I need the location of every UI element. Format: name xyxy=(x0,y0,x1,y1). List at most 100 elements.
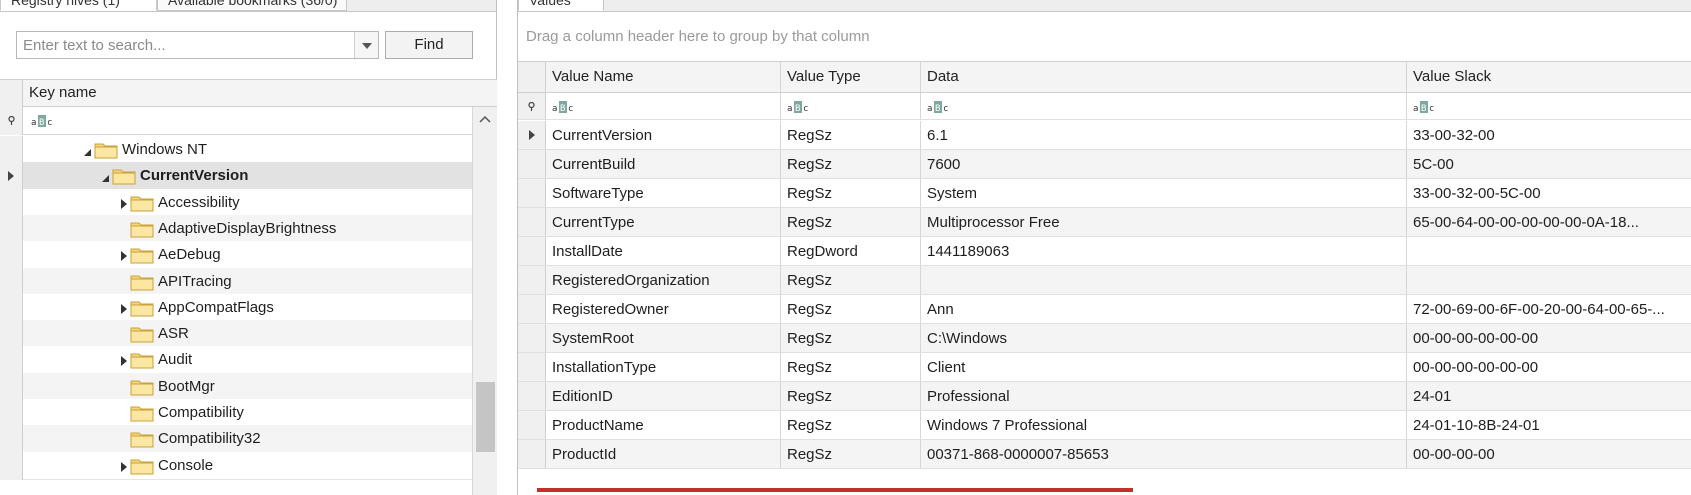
cell-value-name[interactable]: CurrentBuild xyxy=(546,150,781,178)
table-row[interactable]: SoftwareType RegSz System 33-00-32-00-5C-00 xyxy=(518,179,1691,208)
expand-icon[interactable] xyxy=(121,462,127,472)
cell-value-name[interactable]: InstallDate xyxy=(546,237,781,265)
cell-value-type[interactable]: RegSz xyxy=(781,295,921,323)
scrollbar-thumb[interactable] xyxy=(476,382,495,452)
search-input[interactable] xyxy=(17,32,355,58)
cell-data[interactable]: 7600 xyxy=(921,150,1407,178)
tree-row[interactable]: CurrentVersion xyxy=(0,162,472,190)
cell-data[interactable]: 1441189063 xyxy=(921,237,1407,265)
tree-filter-row[interactable]: aBc xyxy=(0,107,472,135)
tree-scrollbar[interactable] xyxy=(472,107,497,495)
table-row[interactable]: ProductId RegSz 00371-868-0000007-85653 00-… xyxy=(518,440,1691,469)
cell-value-type[interactable]: RegSz xyxy=(781,382,921,410)
tree-row[interactable]: Accessibility xyxy=(0,189,472,217)
cell-value-name[interactable]: InstallationType xyxy=(546,353,781,381)
tree-row[interactable]: Audit xyxy=(0,346,472,374)
search-dropdown-button[interactable] xyxy=(354,32,378,58)
cell-data[interactable] xyxy=(921,266,1407,294)
tree-row[interactable]: Compatibility xyxy=(0,399,472,427)
table-row[interactable]: InstallationType RegSz Client 00-00-00-00-0… xyxy=(518,353,1691,382)
expand-icon[interactable] xyxy=(121,304,127,314)
cell-data[interactable]: Multiprocessor Free xyxy=(921,208,1407,236)
cell-value-slack[interactable]: 24-01 xyxy=(1407,382,1691,410)
cell-data[interactable]: Ann xyxy=(921,295,1407,323)
cell-value-type[interactable]: RegSz xyxy=(781,208,921,236)
table-row[interactable]: ProductName RegSz Windows 7 Professional 24… xyxy=(518,411,1691,440)
tree-row[interactable]: ASR xyxy=(0,320,472,348)
cell-value-type[interactable]: RegSz xyxy=(781,411,921,439)
cell-value-slack[interactable]: 65-00-64-00-00-00-00-00-0A-18... xyxy=(1407,208,1691,236)
tree-row[interactable]: Compatibility32 xyxy=(0,425,472,453)
table-row[interactable]: EditionID RegSz Professional 24-01 xyxy=(518,382,1691,411)
collapse-icon[interactable] xyxy=(84,149,91,156)
table-row[interactable]: CurrentBuild RegSz 7600 5C-00 xyxy=(518,150,1691,179)
cell-value-name[interactable]: ProductId xyxy=(546,440,781,468)
tree-column-header[interactable]: Key name xyxy=(0,79,497,107)
cell-value-slack[interactable]: 33-00-32-00-5C-00 xyxy=(1407,179,1691,207)
cell-value-type[interactable]: RegSz xyxy=(781,179,921,207)
cell-value-slack[interactable]: 00-00-00-00-00-00 xyxy=(1407,324,1691,352)
tab-values[interactable]: Values xyxy=(518,0,604,11)
tab-available-bookmarks[interactable]: Available bookmarks (36/0) xyxy=(157,0,347,11)
cell-value-name[interactable]: CurrentType xyxy=(546,208,781,236)
cell-value-name[interactable]: SystemRoot xyxy=(546,324,781,352)
cell-value-slack[interactable]: 33-00-32-00 xyxy=(1407,121,1691,149)
cell-value-slack[interactable]: 72-00-69-00-6F-00-20-00-64-00-65-... xyxy=(1407,295,1691,323)
tree-row[interactable]: AdaptiveDisplayBrightness xyxy=(0,215,472,243)
table-row[interactable]: RegisteredOwner RegSz Ann 72-00-69-00-6F-00… xyxy=(518,295,1691,324)
text-filter-icon[interactable]: aBc xyxy=(31,115,53,127)
expand-icon[interactable] xyxy=(121,199,127,209)
cell-data[interactable]: Windows 7 Professional xyxy=(921,411,1407,439)
tree-row[interactable]: Console xyxy=(0,452,472,480)
cell-value-type[interactable]: RegSz xyxy=(781,440,921,468)
cell-value-type[interactable]: RegSz xyxy=(781,150,921,178)
table-row[interactable]: SystemRoot RegSz C:\Windows 00-00-00-00-00-… xyxy=(518,324,1691,353)
cell-value-type[interactable]: RegSz xyxy=(781,324,921,352)
cell-value-type[interactable]: RegDword xyxy=(781,237,921,265)
tree-row[interactable]: BootMgr xyxy=(0,373,472,401)
table-row[interactable]: CurrentVersion RegSz 6.1 33-00-32-00 xyxy=(518,121,1691,150)
cell-value-name[interactable]: RegisteredOwner xyxy=(546,295,781,323)
cell-value-slack[interactable]: 00-00-00-00 xyxy=(1407,440,1691,468)
cell-data[interactable]: 6.1 xyxy=(921,121,1407,149)
table-row[interactable]: InstallDate RegDword 1441189063 xyxy=(518,237,1691,266)
cell-value-type[interactable]: RegSz xyxy=(781,353,921,381)
cell-data[interactable]: C:\Windows xyxy=(921,324,1407,352)
tab-registry-hives[interactable]: Registry hives (1) xyxy=(0,0,157,11)
grid-filter-row[interactable]: aBc aBc aBc aBc xyxy=(518,93,1691,120)
cell-value-slack[interactable]: 24-01-10-8B-24-01 xyxy=(1407,411,1691,439)
cell-value-type[interactable]: RegSz xyxy=(781,121,921,149)
column-header-data[interactable]: Data xyxy=(921,62,1407,92)
cell-value-slack[interactable]: 5C-00 xyxy=(1407,150,1691,178)
filter-cell-value-type[interactable]: aBc xyxy=(781,93,921,119)
table-row[interactable]: CurrentType RegSz Multiprocessor Free 65-00… xyxy=(518,208,1691,237)
tree-row[interactable]: Windows NT xyxy=(0,136,472,164)
registry-key-tree[interactable]: Windows NT CurrentVersion Accessibility Ada… xyxy=(0,136,472,495)
collapse-icon[interactable] xyxy=(102,175,109,182)
cell-value-slack[interactable] xyxy=(1407,237,1691,265)
column-header-value-slack[interactable]: Value Slack xyxy=(1407,62,1691,92)
cell-data[interactable]: Professional xyxy=(921,382,1407,410)
column-header-value-type[interactable]: Value Type xyxy=(781,62,921,92)
cell-data[interactable]: System xyxy=(921,179,1407,207)
cell-value-slack[interactable]: 00-00-00-00-00-00 xyxy=(1407,353,1691,381)
group-by-area[interactable]: Drag a column header here to group by th… xyxy=(518,12,1691,61)
cell-value-slack[interactable] xyxy=(1407,266,1691,294)
filter-cell-value-name[interactable]: aBc xyxy=(546,93,781,119)
cell-value-name[interactable]: ProductName xyxy=(546,411,781,439)
scroll-up-icon[interactable] xyxy=(479,115,491,123)
filter-cell-value-slack[interactable]: aBc xyxy=(1407,93,1691,119)
expand-icon[interactable] xyxy=(121,356,127,366)
tree-row[interactable]: APITracing xyxy=(0,268,472,296)
expand-icon[interactable] xyxy=(121,251,127,261)
table-row[interactable]: RegisteredOrganization RegSz xyxy=(518,266,1691,295)
cell-value-name[interactable]: RegisteredOrganization xyxy=(546,266,781,294)
cell-data[interactable]: Client xyxy=(921,353,1407,381)
tree-row[interactable]: AppCompatFlags xyxy=(0,294,472,322)
cell-value-name[interactable]: SoftwareType xyxy=(546,179,781,207)
column-header-value-name[interactable]: Value Name xyxy=(546,62,781,92)
cell-value-name[interactable]: EditionID xyxy=(546,382,781,410)
cell-value-name[interactable]: CurrentVersion xyxy=(546,121,781,149)
filter-cell-data[interactable]: aBc xyxy=(921,93,1407,119)
key-name-header[interactable]: Key name xyxy=(29,84,97,101)
